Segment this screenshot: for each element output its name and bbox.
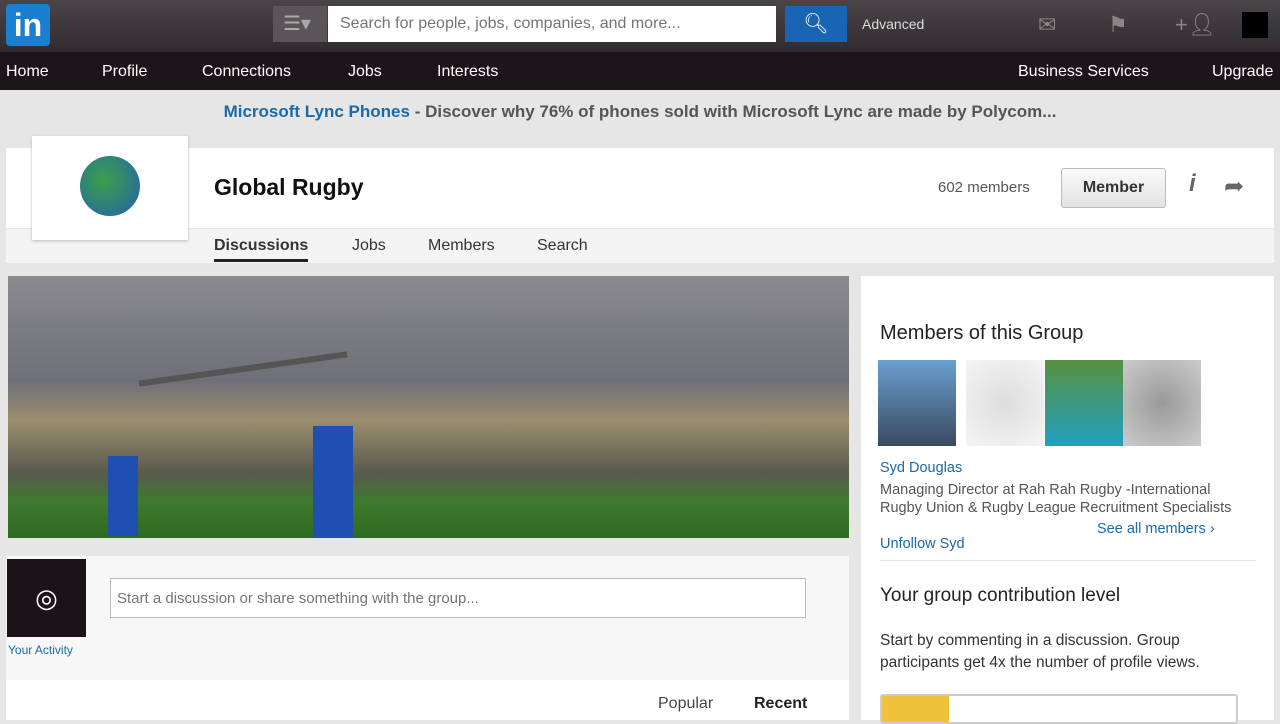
share-icon[interactable]: ➦: [1224, 172, 1244, 201]
nav-connections[interactable]: Connections: [202, 63, 291, 81]
group-header: Global Rugby 602 members Member i ➦ Disc…: [6, 136, 1274, 263]
member-count[interactable]: 602 members: [938, 179, 1030, 196]
advanced-search-link[interactable]: Advanced: [862, 16, 924, 32]
group-tabs-bar: [6, 228, 1274, 263]
ad-banner: Microsoft Lync Phones - Discover why 76%…: [0, 102, 1280, 122]
nav-upgrade[interactable]: Upgrade: [1212, 63, 1273, 81]
nav-home[interactable]: Home: [6, 63, 49, 81]
linkedin-logo[interactable]: in: [6, 4, 50, 46]
search-input[interactable]: [328, 6, 776, 42]
contribution-progress-fill: [882, 696, 950, 722]
top-bar: in ☰▾ 🔍︎ Advanced ✉ ⚑ +👤︎: [0, 0, 1280, 52]
add-connection-icon[interactable]: +👤︎: [1175, 12, 1216, 38]
sidebar: Members of this Group Syd Douglas Managi…: [861, 276, 1274, 724]
contribution-heading: Your group contribution level: [880, 585, 1121, 606]
search-button[interactable]: 🔍︎: [785, 6, 847, 42]
group-banner-image: [8, 276, 849, 538]
search-category-menu[interactable]: ☰▾: [273, 6, 327, 42]
nav-interests[interactable]: Interests: [437, 63, 498, 81]
member-button[interactable]: Member: [1061, 168, 1166, 208]
user-avatar[interactable]: ◎: [7, 559, 86, 637]
tab-jobs[interactable]: Jobs: [352, 237, 386, 255]
flag-icon[interactable]: ⚑: [1108, 12, 1128, 38]
nav-business-services[interactable]: Business Services: [1018, 63, 1149, 81]
nav-profile[interactable]: Profile: [102, 63, 147, 81]
globe-icon: [80, 156, 140, 216]
contribution-text: Start by commenting in a discussion. Gro…: [880, 632, 1200, 671]
share-box: ◎ Your Activity Popular Recent: [6, 556, 849, 720]
group-logo: [32, 136, 188, 240]
goalpost-pad: [313, 426, 353, 538]
your-activity-link[interactable]: Your Activity: [8, 643, 73, 657]
see-all-members-link[interactable]: See all members ›: [1097, 520, 1215, 538]
member-photo[interactable]: [966, 360, 1044, 446]
info-icon[interactable]: i: [1189, 170, 1196, 198]
member-photo[interactable]: [1123, 360, 1201, 446]
main-nav: Home Profile Connections Jobs Interests …: [0, 52, 1280, 90]
profile-avatar[interactable]: [1242, 12, 1268, 38]
mail-icon[interactable]: ✉: [1038, 12, 1056, 38]
unfollow-link[interactable]: Unfollow Syd: [880, 535, 965, 553]
tab-discussions[interactable]: Discussions: [214, 237, 309, 262]
goalpost-crossbar: [138, 351, 348, 387]
ad-link[interactable]: Microsoft Lync Phones: [224, 102, 410, 121]
sort-recent[interactable]: Recent: [754, 695, 807, 713]
member-name-link[interactable]: Syd Douglas: [880, 459, 962, 477]
member-headline: Managing Director at Rah Rah Rugby -Inte…: [880, 482, 1232, 516]
sort-bar: [6, 680, 849, 720]
tab-search[interactable]: Search: [537, 237, 588, 255]
sort-popular[interactable]: Popular: [658, 695, 713, 713]
divider: [880, 560, 1256, 561]
goalpost-pad: [108, 456, 138, 536]
members-heading: Members of this Group: [880, 322, 1084, 344]
search-icon: 🔍︎: [803, 13, 829, 35]
group-title: Global Rugby: [214, 174, 364, 200]
member-photo[interactable]: [878, 360, 956, 446]
discussion-input[interactable]: [110, 578, 806, 618]
tab-members[interactable]: Members: [428, 237, 495, 255]
nav-jobs[interactable]: Jobs: [348, 63, 382, 81]
ad-text[interactable]: - Discover why 76% of phones sold with M…: [410, 102, 1057, 121]
member-photo[interactable]: [1045, 360, 1123, 446]
